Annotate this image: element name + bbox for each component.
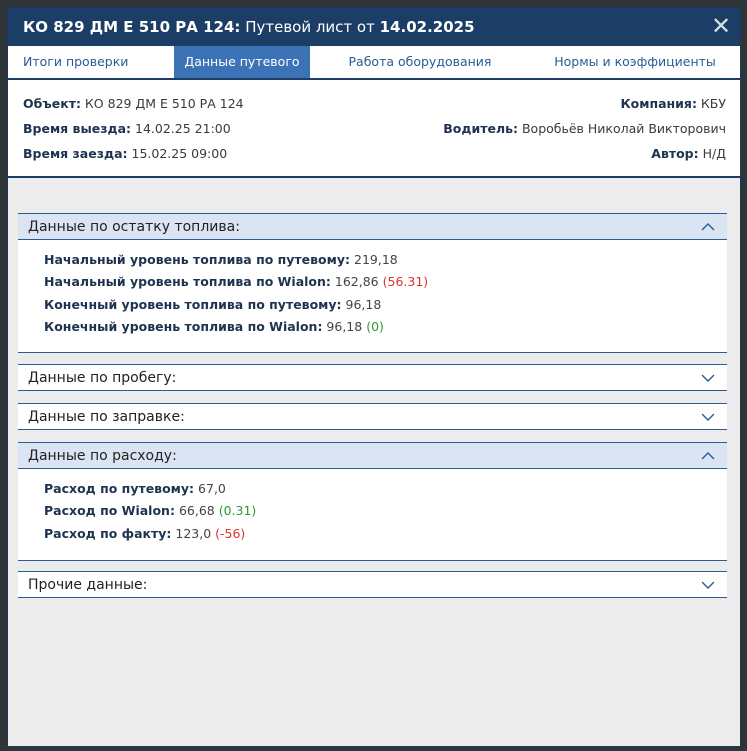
title-text: Путевой лист от xyxy=(240,18,380,36)
tab-norms-coefficients[interactable]: Нормы и коэффициенты xyxy=(530,46,740,78)
driver-value: Воробьёв Николай Викторович xyxy=(518,121,726,136)
section-refuel-header[interactable]: Данные по заправке: xyxy=(18,403,727,430)
departure-label: Время выезда: xyxy=(23,121,132,136)
list-item: Начальный уровень топлива по Wialon: 162… xyxy=(44,274,727,296)
close-icon[interactable]: ✕ xyxy=(710,14,732,38)
tab-waybill-data[interactable]: Данные путевого xyxy=(174,46,310,78)
chevron-down-icon[interactable] xyxy=(701,371,715,385)
tab-bar: Итоги проверки Данные путевого Работа об… xyxy=(8,46,740,80)
row-value: 96,18 xyxy=(322,318,367,334)
row-value: 66,68 xyxy=(174,503,219,519)
author-value: Н/Д xyxy=(698,146,726,161)
row-label: Расход по путевому: xyxy=(44,481,195,496)
list-item: Расход по путевому: 67,0 xyxy=(44,481,727,503)
list-item: Начальный уровень топлива по путевому: 2… xyxy=(44,252,727,274)
author-label: Автор: xyxy=(651,146,699,161)
chevron-up-icon[interactable] xyxy=(701,220,715,234)
row-value: 67,0 xyxy=(194,481,226,496)
arrival-row: Время заезда: 15.02.25 09:00 xyxy=(23,146,227,161)
waybill-info-panel: Объект: КО 829 ДМ Е 510 РА 124 Время вые… xyxy=(8,80,740,178)
arrival-label: Время заезда: xyxy=(23,146,128,161)
row-delta: (56.31) xyxy=(382,274,429,290)
sections-area: Данные по остатку топлива: Начальный уро… xyxy=(8,178,740,746)
chevron-down-icon[interactable] xyxy=(701,578,715,592)
section-fuel: Данные по остатку топлива: Начальный уро… xyxy=(18,213,727,353)
dialog-titlebar: КО 829 ДМ Е 510 РА 124: Путевой лист от … xyxy=(8,8,740,46)
object-label: Объект: xyxy=(23,96,81,111)
chevron-up-icon[interactable] xyxy=(701,449,715,463)
driver-row: Водитель: Воробьёв Николай Викторович xyxy=(443,121,726,136)
row-label: Конечный уровень топлива по Wialon: xyxy=(44,318,323,334)
company-label: Компания: xyxy=(620,96,697,111)
company-value: КБУ xyxy=(696,96,726,111)
section-refuel-title: Данные по заправке: xyxy=(28,408,185,425)
row-delta: (0.31) xyxy=(218,503,257,519)
row-value: 162,86 xyxy=(330,274,383,290)
driver-label: Водитель: xyxy=(443,121,518,136)
section-consumption-header[interactable]: Данные по расходу: xyxy=(18,442,727,469)
departure-value: 14.02.25 21:00 xyxy=(131,121,231,136)
author-row: Автор: Н/Д xyxy=(651,146,726,161)
departure-row: Время выезда: 14.02.25 21:00 xyxy=(23,121,231,136)
section-consumption: Данные по расходу: Расход по путевому: 6… xyxy=(18,442,727,561)
row-value: 219,18 xyxy=(350,252,398,267)
list-item: Расход по Wialon: 66,68 (0.31) xyxy=(44,503,727,525)
row-delta: (0) xyxy=(366,318,384,334)
vehicle-plates-title: КО 829 ДМ Е 510 РА 124: xyxy=(23,18,241,36)
waybill-dialog: КО 829 ДМ Е 510 РА 124: Путевой лист от … xyxy=(7,7,741,747)
section-fuel-title: Данные по остатку топлива: xyxy=(28,218,240,235)
list-item: Конечный уровень топлива по Wialon: 96,1… xyxy=(44,319,727,341)
section-other-header[interactable]: Прочие данные: xyxy=(18,571,727,598)
section-other-title: Прочие данные: xyxy=(28,576,148,593)
section-mileage: Данные по пробегу: xyxy=(18,364,727,391)
row-delta: (-56) xyxy=(215,525,246,541)
row-label: Начальный уровень топлива по путевому: xyxy=(44,252,351,267)
waybill-date: 14.02.2025 xyxy=(379,18,475,36)
company-row: Компания: КБУ xyxy=(620,96,726,111)
section-mileage-header[interactable]: Данные по пробегу: xyxy=(18,364,727,391)
row-value: 123,0 xyxy=(171,525,216,541)
object-value: КО 829 ДМ Е 510 РА 124 xyxy=(80,96,244,111)
object-row: Объект: КО 829 ДМ Е 510 РА 124 xyxy=(23,96,244,111)
list-item: Конечный уровень топлива по путевому: 96… xyxy=(44,297,727,319)
section-fuel-body: Начальный уровень топлива по путевому: 2… xyxy=(18,240,727,353)
row-label: Расход по факту: xyxy=(44,525,172,541)
section-consumption-title: Данные по расходу: xyxy=(28,447,177,464)
arrival-value: 15.02.25 09:00 xyxy=(127,146,228,161)
row-label: Конечный уровень топлива по путевому: xyxy=(44,296,342,312)
row-label: Расход по Wialon: xyxy=(44,503,175,519)
section-consumption-body: Расход по путевому: 67,0 Расход по Wialo… xyxy=(18,469,727,561)
chevron-down-icon[interactable] xyxy=(701,410,715,424)
tab-check-results[interactable]: Итоги проверки xyxy=(8,46,174,78)
row-value: 96,18 xyxy=(341,296,382,312)
row-label: Начальный уровень топлива по Wialon: xyxy=(44,274,331,290)
section-other: Прочие данные: xyxy=(18,571,727,598)
section-fuel-header[interactable]: Данные по остатку топлива: xyxy=(18,213,727,240)
list-item: Расход по факту: 123,0 (-56) xyxy=(44,526,727,548)
section-mileage-title: Данные по пробегу: xyxy=(28,369,177,386)
tab-equipment-work[interactable]: Работа оборудования xyxy=(310,46,530,78)
section-refuel: Данные по заправке: xyxy=(18,403,727,430)
